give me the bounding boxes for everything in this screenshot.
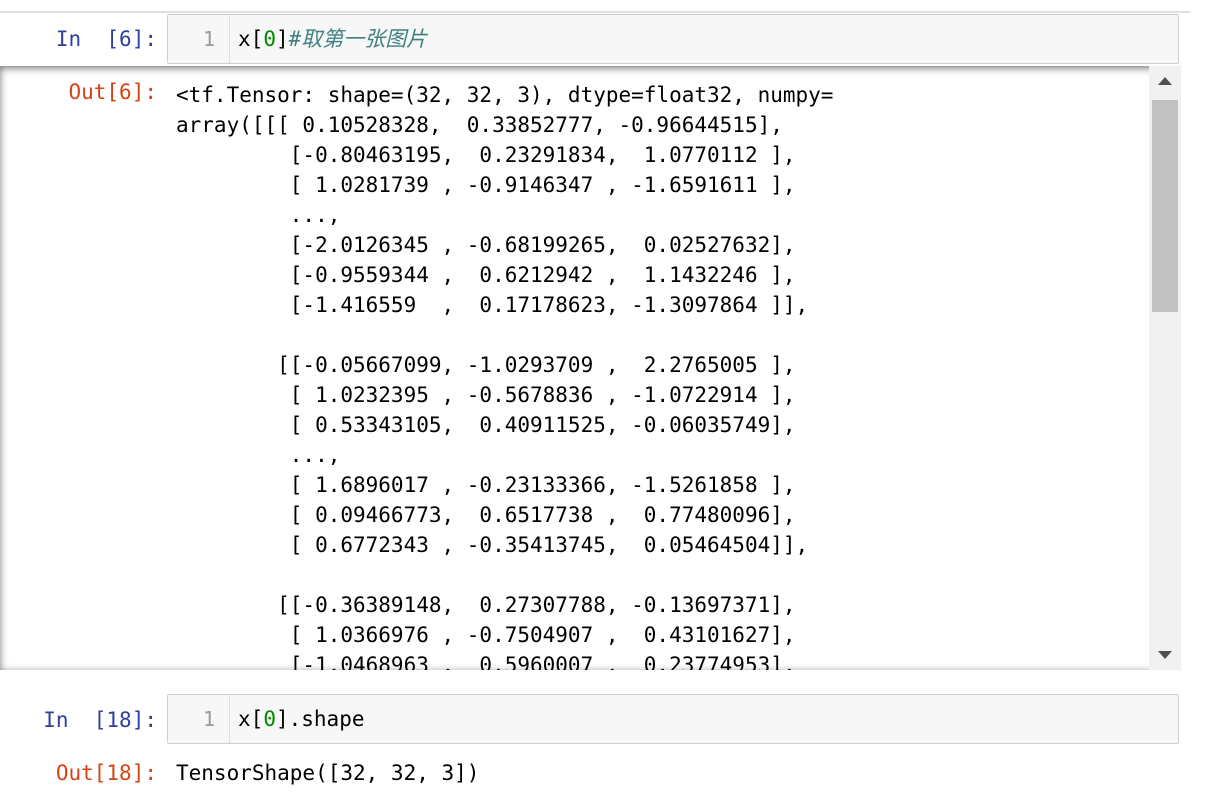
output-line: [-0.9559344 , 0.6212942 , 1.1432246 ],	[176, 263, 796, 287]
shape-output: TensorShape([32, 32, 3])	[176, 761, 480, 785]
triangle-up-icon	[1158, 77, 1172, 85]
code-bracket-close: ]	[275, 707, 289, 731]
code-variable: x	[238, 707, 251, 731]
output-line: [ 1.6896017 , -0.23133366, -1.5261858 ],	[176, 473, 796, 497]
code-bracket-open: [	[250, 27, 264, 51]
output-line: [ 1.0366976 , -0.7504907 , 0.43101627],	[176, 623, 796, 647]
output-line: ...,	[176, 203, 341, 227]
scroll-thumb[interactable]	[1152, 100, 1178, 312]
code-bracket-open: [	[250, 707, 264, 731]
output-line: [ 0.6772343 , -0.35413745, 0.05464504]],	[176, 533, 809, 557]
top-divider	[0, 11, 1190, 13]
output-line: <tf.Tensor: shape=(32, 32, 3), dtype=flo…	[176, 83, 834, 107]
output-line: [[-0.36389148, 0.27307788, -0.13697371],	[176, 593, 796, 617]
triangle-down-icon	[1158, 651, 1172, 659]
code-editor[interactable]: 1 x[0].shape	[167, 694, 1179, 744]
output-line: [-0.80463195, 0.23291834, 1.0770112 ],	[176, 143, 796, 167]
input-prompt: In [18]:	[43, 708, 157, 732]
code-attribute: .shape	[288, 707, 365, 731]
code-variable: x	[238, 27, 251, 51]
code-bracket-close: ]	[275, 27, 289, 51]
code-editor[interactable]: 1 x[0]#取第一张图片	[167, 14, 1179, 64]
code-comment: #取第一张图片	[288, 27, 428, 51]
output-line: [ 1.0281739 , -0.9146347 , -1.6591611 ],	[176, 173, 796, 197]
output-line: array([[[ 0.10528328, 0.33852777, -0.966…	[176, 113, 783, 137]
output-prompt: Out[18]:	[55, 761, 157, 785]
line-number: 1	[168, 695, 230, 743]
scroll-up-button[interactable]	[1149, 66, 1181, 96]
output-line: [-2.0126345 , -0.68199265, 0.02527632],	[176, 233, 796, 257]
input-prompt: In [6]:	[55, 27, 157, 51]
output-line: [[-0.05667099, -1.0293709 , 2.2765005 ],	[176, 353, 796, 377]
output-prompt: Out[6]:	[68, 80, 157, 104]
output-line: [-1.416559 , 0.17178623, -1.3097864 ]],	[176, 293, 809, 317]
output-line: [-1.0468963 , 0.5960007 , 0.23774953],	[176, 653, 796, 670]
output-line: [ 0.53343105, 0.40911525, -0.06035749],	[176, 413, 796, 437]
code-line[interactable]: x[0].shape	[238, 695, 364, 743]
output-line: [ 0.09466773, 0.6517738 , 0.77480096],	[176, 503, 796, 527]
output-line: ...,	[176, 443, 341, 467]
code-index: 0	[263, 27, 276, 51]
code-line[interactable]: x[0]#取第一张图片	[238, 15, 427, 63]
tensor-output: <tf.Tensor: shape=(32, 32, 3), dtype=flo…	[176, 80, 833, 670]
scroll-down-button[interactable]	[1149, 640, 1181, 670]
output-scroll-area[interactable]: Out[6]: <tf.Tensor: shape=(32, 32, 3), d…	[0, 66, 1181, 670]
line-number: 1	[168, 15, 230, 63]
output-line: [ 1.0232395 , -0.5678836 , -1.0722914 ],	[176, 383, 796, 407]
code-index: 0	[263, 707, 276, 731]
vertical-scrollbar[interactable]	[1149, 66, 1181, 670]
